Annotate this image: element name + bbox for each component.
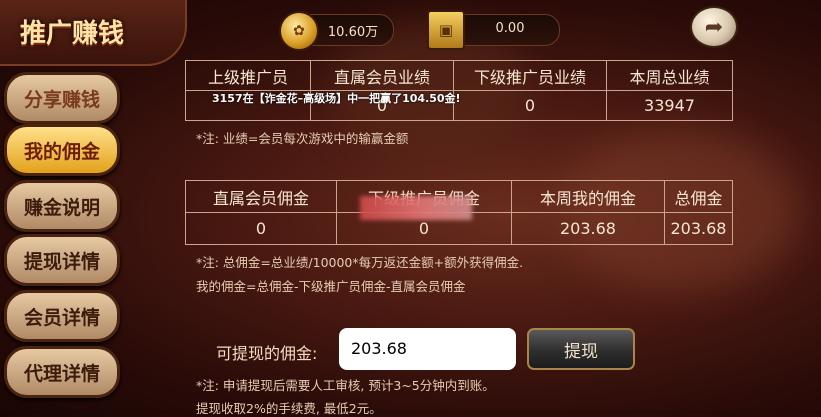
col-header-superior: 上级推广员 [185, 60, 311, 91]
safe-balance: ▣ 0.00 [427, 10, 560, 50]
broadcast-ticker: 3157在【诈金花–高级场】中一把赢了104.50金! [212, 92, 461, 105]
menu-withdraw-details[interactable]: 提现详情 [4, 234, 120, 286]
cell-my-weekly-commission: 203.68 [511, 212, 665, 245]
gold-balance: ✿ 10.60万 [279, 11, 394, 51]
redaction-overlay [360, 196, 472, 220]
page-title: 推广赚钱 [20, 19, 125, 49]
safe-box-icon: ▣ [427, 10, 465, 50]
menu-my-commission[interactable]: 我的佣金 [4, 124, 120, 176]
col-header-my-weekly-commission: 本周我的佣金 [511, 180, 665, 213]
withdraw-note-fee: 提现收取2%的手续费, 最低2元。 [196, 401, 382, 416]
menu-share-earn[interactable]: 分享赚钱 [4, 72, 120, 124]
withdraw-amount-input[interactable]: 203.68 [339, 328, 516, 370]
withdraw-note-review: *注: 申请提现后需要人工审核, 预计3~5分钟内到账。 [196, 378, 495, 393]
menu-earn-info[interactable]: 赚金说明 [4, 180, 120, 232]
col-header-weekly-total: 本周总业绩 [606, 60, 733, 91]
withdrawable-label: 可提现的佣金: [216, 344, 318, 363]
cell-sub-perf: 0 [453, 90, 607, 121]
commission-note-mine: 我的佣金=总佣金-下级推广员佣金-直属会员佣金 [196, 279, 466, 294]
menu-agent-details[interactable]: 代理详情 [4, 346, 120, 398]
gold-amount: 10.60万 [327, 25, 379, 40]
cell-total-commission: 203.68 [664, 212, 733, 245]
back-arrow-icon[interactable]: ➦ [690, 6, 738, 48]
cell-direct-commission: 0 [185, 212, 337, 245]
col-header-direct-commission: 直属会员佣金 [185, 180, 337, 213]
performance-note: *注: 业绩=会员每次游戏中的输赢金额 [196, 131, 409, 146]
col-header-sub-perf: 下级推广员业绩 [453, 60, 607, 91]
cell-weekly-total: 33947 [606, 90, 733, 121]
commission-note-formula: *注: 总佣金=总业绩/10000*每万返还金额+额外获得佣金. [196, 255, 524, 270]
withdraw-button[interactable]: 提现 [527, 328, 635, 370]
title-plate: 推广赚钱 [0, 0, 187, 66]
menu-member-details[interactable]: 会员详情 [4, 290, 120, 342]
col-header-total-commission: 总佣金 [664, 180, 733, 213]
col-header-direct-perf: 直属会员业绩 [310, 60, 454, 91]
safe-amount: 0.00 [495, 21, 525, 36]
